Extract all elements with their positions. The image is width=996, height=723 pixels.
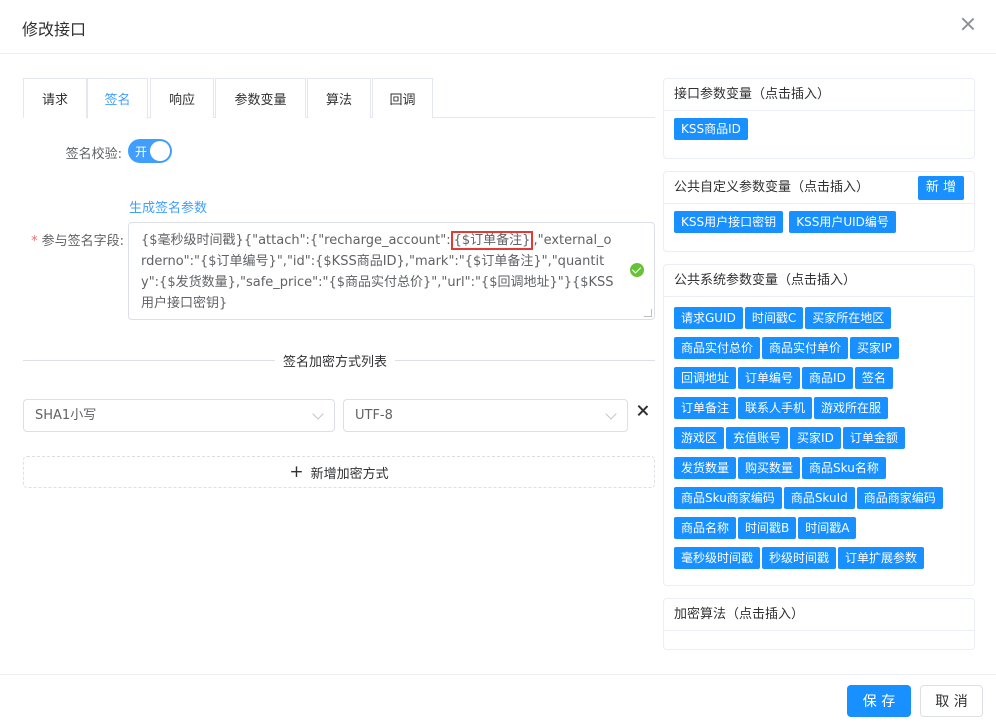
cancel-button[interactable]: 取 消: [920, 685, 983, 717]
card-header: 公共自定义参数变量（点击插入） 新 增: [664, 172, 974, 204]
interface-params-card: 接口参数变量（点击插入） KSS商品ID: [663, 78, 975, 159]
tag-row: 回调地址 订单编号 商品ID 签名: [674, 367, 974, 397]
param-tag[interactable]: 订单备注: [674, 397, 737, 419]
tag-row: 发货数量 购买数量 商品Sku名称: [674, 457, 974, 487]
param-tag[interactable]: KSS用户UID编号: [789, 211, 896, 233]
tab-algorithm[interactable]: 算法: [307, 78, 371, 118]
highlighted-variable: {$订单备注}: [450, 231, 534, 250]
tag-row: 商品实付总价 商品实付单价 买家IP: [674, 337, 974, 367]
param-tag[interactable]: 商品名称: [674, 517, 737, 539]
algorithm-select-value: SHA1小写: [35, 408, 97, 423]
custom-params-card: 公共自定义参数变量（点击插入） 新 增 KSS用户接口密钥 KSS用户UID编号: [663, 171, 975, 252]
param-tag[interactable]: 购买数量: [738, 457, 801, 479]
param-tag[interactable]: 联系人手机: [738, 397, 813, 419]
param-tag[interactable]: 回调地址: [674, 367, 737, 389]
param-tag[interactable]: 游戏区: [674, 427, 725, 449]
sign-field-textarea[interactable]: {$毫秒级时间戳}{"attach":{"recharge_account":{…: [128, 222, 655, 320]
add-encrypt-method-label: 新增加密方式: [310, 466, 389, 482]
tag-row: 请求GUID 时间戳C 买家所在地区: [674, 307, 974, 337]
chevron-down-icon: [605, 408, 617, 420]
encoding-select[interactable]: UTF-8: [343, 399, 628, 432]
param-tag[interactable]: 商品实付总价: [674, 337, 761, 359]
close-icon[interactable]: [958, 14, 978, 34]
dialog-title: 修改接口: [22, 20, 87, 39]
param-tag[interactable]: 充值账号: [726, 427, 789, 449]
chevron-down-icon: [312, 408, 324, 420]
param-tag[interactable]: 订单扩展参数: [838, 547, 925, 569]
save-button[interactable]: 保 存: [847, 685, 911, 717]
tag-row: 订单备注 联系人手机 游戏所在服: [674, 397, 974, 427]
new-param-button[interactable]: 新 增: [917, 176, 964, 200]
card-body: KSS商品ID: [664, 111, 974, 148]
param-tag[interactable]: 买家IP: [850, 337, 899, 359]
plus-icon: +: [289, 462, 304, 482]
param-tag[interactable]: 发货数量: [674, 457, 737, 479]
check-circle-icon: [630, 263, 644, 277]
card-title: 加密算法（点击插入）: [664, 599, 974, 631]
card-body: 请求GUID 时间戳C 买家所在地区 商品实付总价 商品实付单价 买家IP 回调地址 订单…: [664, 297, 974, 577]
tab-bar: 请求 签名 响应 参数变量 算法 回调: [23, 78, 655, 119]
card-title: 接口参数变量（点击插入）: [664, 79, 974, 111]
param-tag[interactable]: 买家ID: [790, 427, 841, 449]
tab-param-variables[interactable]: 参数变量: [215, 78, 306, 118]
tab-callback[interactable]: 回调: [372, 78, 433, 118]
param-tag[interactable]: 商品Sku商家编码: [674, 487, 782, 509]
tab-response[interactable]: 响应: [150, 78, 214, 118]
system-params-card: 公共系统参数变量（点击插入） 请求GUID 时间戳C 买家所在地区 商品实付总价 商品…: [663, 264, 975, 586]
card-title: 公共自定义参数变量（点击插入）: [674, 180, 870, 195]
tab-signature[interactable]: 签名: [87, 78, 148, 119]
required-mark: *: [31, 234, 38, 249]
switch-text: 开: [135, 145, 148, 159]
param-tag[interactable]: 订单编号: [738, 367, 801, 389]
footer-divider: [0, 674, 996, 675]
tag-row: 毫秒级时间戳 秒级时间戳 订单扩展参数: [674, 547, 974, 577]
card-title: 公共系统参数变量（点击插入）: [664, 265, 974, 297]
param-tag[interactable]: KSS用户接口密钥: [674, 211, 784, 233]
sign-field-text-part1: {$毫秒级时间戳}{"attach":{"recharge_account":: [141, 233, 451, 248]
tag-row: 游戏区 充值账号 买家ID 订单金额: [674, 427, 974, 457]
param-tag[interactable]: 时间戳A: [798, 517, 857, 539]
param-tag[interactable]: 商品商家编码: [856, 487, 943, 509]
param-tag[interactable]: 签名: [854, 367, 893, 389]
param-tag[interactable]: 商品Sku名称: [802, 457, 886, 479]
generate-sign-params-link[interactable]: 生成签名参数: [129, 197, 207, 216]
sign-check-switch[interactable]: 开: [128, 139, 172, 163]
param-tag[interactable]: 买家所在地区: [805, 307, 892, 329]
sign-field-label-text: 参与签名字段:: [41, 234, 124, 249]
param-tag[interactable]: 商品SkuId: [783, 487, 855, 509]
card-body: KSS用户接口密钥 KSS用户UID编号: [664, 204, 974, 241]
param-tag[interactable]: 请求GUID: [674, 307, 743, 329]
param-tag[interactable]: 商品实付单价: [762, 337, 849, 359]
sign-check-label: 签名校验:: [65, 147, 122, 162]
resize-handle-icon[interactable]: [644, 309, 652, 317]
param-tag[interactable]: KSS商品ID: [674, 118, 748, 140]
dialog-header: 修改接口: [0, 0, 996, 54]
encrypt-list-title: 签名加密方式列表: [275, 351, 396, 370]
algorithm-select[interactable]: SHA1小写: [23, 399, 335, 432]
switch-knob: [150, 141, 170, 161]
param-tag[interactable]: 毫秒级时间戳: [674, 547, 761, 569]
add-encrypt-method-button[interactable]: + 新增加密方式: [23, 456, 655, 488]
encoding-select-value: UTF-8: [355, 408, 393, 423]
param-tag[interactable]: 秒级时间戳: [762, 547, 837, 569]
param-tag[interactable]: 时间戳C: [744, 307, 804, 329]
sign-field-label: * 参与签名字段:: [20, 230, 124, 249]
tag-row: 商品名称 时间戳B 时间戳A: [674, 517, 974, 547]
param-tag[interactable]: 时间戳B: [738, 517, 797, 539]
param-tag[interactable]: 订单金额: [842, 427, 905, 449]
param-tag[interactable]: 商品ID: [802, 367, 853, 389]
tag-row: 商品Sku商家编码 商品SkuId 商品商家编码: [674, 487, 974, 517]
encrypt-algos-card: 加密算法（点击插入）: [663, 598, 975, 650]
tab-request[interactable]: 请求: [23, 78, 87, 118]
param-tag[interactable]: 游戏所在服: [814, 397, 889, 419]
remove-icon[interactable]: [636, 404, 650, 418]
